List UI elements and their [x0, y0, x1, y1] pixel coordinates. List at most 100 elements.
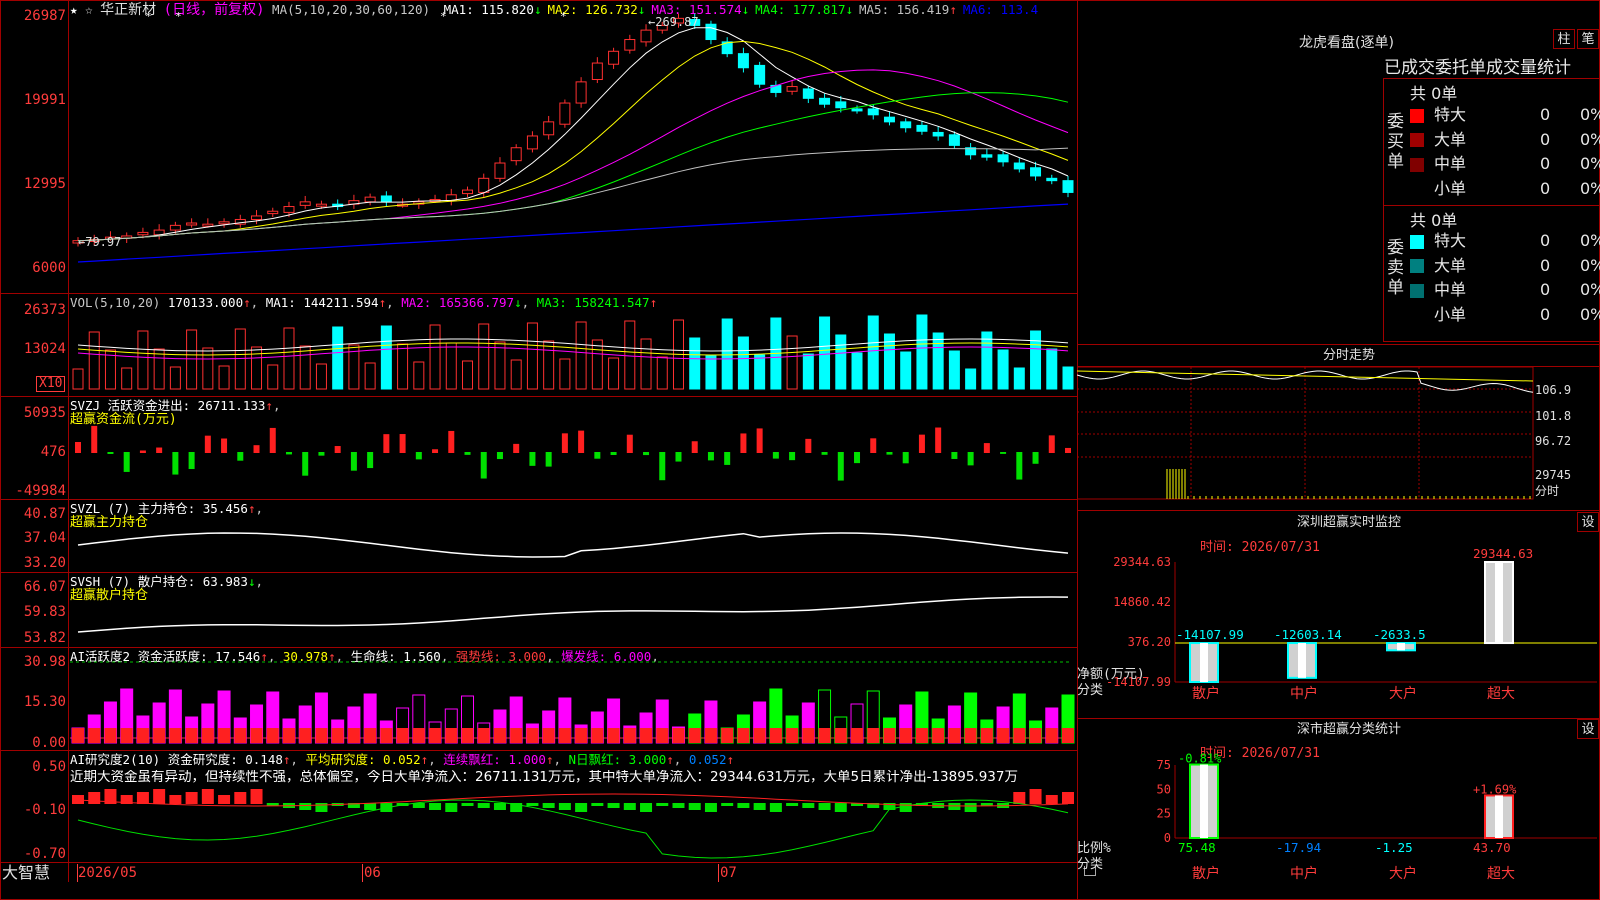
fund-flow-bar — [918, 434, 925, 453]
intraday-axis-label: 96.72 — [1535, 434, 1571, 448]
activity-base-bar — [461, 728, 474, 743]
stats-y-label: 比例% — [1077, 841, 1111, 856]
activity-base-bar — [964, 728, 977, 743]
high-marker: ←269.87 — [648, 15, 699, 29]
bar-mode-button[interactable]: 柱 — [1553, 29, 1575, 49]
stats-bar-highlight — [1200, 764, 1208, 838]
volume-bar — [1046, 348, 1058, 390]
activity-base-bar — [980, 728, 993, 743]
activity-base-bar — [429, 728, 442, 743]
candle-body — [916, 124, 928, 132]
fund-flow-bar — [951, 452, 958, 459]
low-marker: ←79.97 — [78, 235, 121, 249]
monitor-x-label: 分类 — [1077, 683, 1103, 698]
intraday-title[interactable]: 分时走势 — [1098, 347, 1600, 365]
volume-bar — [397, 343, 409, 390]
research-bar — [575, 803, 588, 812]
candle-body — [1046, 177, 1058, 182]
volume-bar — [932, 332, 944, 390]
order-row: 小单 0 0% — [1410, 303, 1600, 327]
order-percent: 0% — [1580, 129, 1600, 149]
research-bar — [721, 803, 734, 806]
tick-mode-button[interactable]: 笔 — [1577, 29, 1599, 49]
candle-body — [754, 64, 766, 85]
order-row: 大单 0 0% — [1410, 254, 1600, 278]
order-percent: 0% — [1580, 304, 1600, 324]
activity-base-bar — [266, 728, 279, 743]
research-bar — [250, 789, 263, 804]
activity-base-bar — [851, 728, 864, 743]
activity-base-bar — [672, 728, 685, 743]
fund-flow-bar — [1000, 452, 1007, 454]
candle-body — [186, 222, 198, 226]
fund-flow-bar — [561, 433, 568, 453]
dragon-sep — [1383, 341, 1600, 342]
fund-flow-bar — [675, 452, 682, 462]
research-bar — [672, 803, 685, 808]
research-bar — [623, 803, 636, 810]
volume-bar — [332, 326, 344, 390]
fund-flow-bar — [496, 452, 503, 460]
monitor-axis-label: 14860.42 — [1113, 595, 1171, 609]
event-star-icon: * — [145, 10, 152, 23]
fund-flow-bar — [643, 452, 650, 456]
activity-base-bar — [542, 728, 555, 743]
stats-bar-highlight — [1495, 795, 1503, 838]
candle-body — [267, 210, 279, 215]
monitor-bar-value: -14107.99 — [1176, 627, 1244, 642]
volume-bar — [754, 354, 766, 390]
volume-bar — [413, 361, 425, 390]
intraday-axis-label: 101.8 — [1535, 409, 1571, 423]
fund-flow-bar — [367, 452, 374, 469]
monitor-bar-highlight — [1200, 643, 1208, 682]
volume-bar — [72, 368, 84, 390]
research-bar — [769, 803, 782, 812]
candle-body — [169, 224, 181, 231]
candlestick-chart[interactable]: ←269.87 ←79.97 * * * * — [0, 0, 1078, 882]
volume-bar — [137, 330, 149, 390]
fund-flow-bar — [107, 452, 114, 454]
volume-bar — [916, 314, 928, 390]
activity-base-bar — [721, 728, 734, 743]
stats-bar-change: -0.81% — [1178, 752, 1222, 766]
activity-base-bar — [380, 728, 393, 743]
research-bar — [964, 803, 977, 812]
activity-base-bar — [786, 728, 799, 743]
order-percent: 0% — [1580, 231, 1600, 250]
candle-body — [932, 131, 944, 137]
dragon-tiger-title: 龙虎看盘(逐单) — [1299, 35, 1394, 51]
intraday-chart[interactable]: 106.9 101.8 96.72 29745 分时 — [1077, 367, 1600, 510]
monitor-bar-value: 29344.63 — [1473, 546, 1533, 561]
research-bar — [948, 803, 961, 810]
research-bar — [218, 795, 231, 804]
candle-body — [283, 206, 295, 213]
order-row: 特大 0 0% — [1410, 103, 1600, 127]
candle-body — [380, 195, 392, 203]
activity-base-bar — [136, 728, 149, 743]
research-line — [77, 799, 1069, 859]
candle-body — [526, 135, 538, 150]
fund-flow-bar — [1065, 447, 1071, 453]
fund-flow-bar — [253, 445, 260, 453]
stats-bar-value: -1.25 — [1375, 840, 1413, 855]
color-swatch-icon — [1410, 308, 1424, 322]
volume-bar — [948, 350, 960, 390]
sz-stats-chart: 75 50 25 0 -0.81% 75.48 散户 -17.94 中户 -1.25 大户 +1.69… — [1077, 752, 1597, 882]
color-swatch-icon — [1410, 182, 1424, 196]
monitor-bar-value: -2633.5 — [1373, 627, 1426, 642]
fund-flow-bar — [626, 434, 633, 453]
activity-base-bar — [104, 728, 117, 743]
research-bar — [185, 792, 198, 804]
fund-flow-bar — [659, 452, 666, 481]
activity-base-bar — [510, 728, 523, 743]
candle-body — [624, 39, 636, 51]
activity-base-bar — [88, 728, 101, 743]
candle-body — [981, 154, 993, 158]
ma2-line — [77, 40, 1069, 242]
volume-bar — [705, 355, 717, 390]
research-bar — [558, 803, 571, 810]
activity-base-bar — [201, 728, 214, 743]
event-star-icon: * — [560, 10, 567, 23]
activity-base-bar — [883, 728, 896, 743]
research-bar — [1062, 792, 1074, 804]
